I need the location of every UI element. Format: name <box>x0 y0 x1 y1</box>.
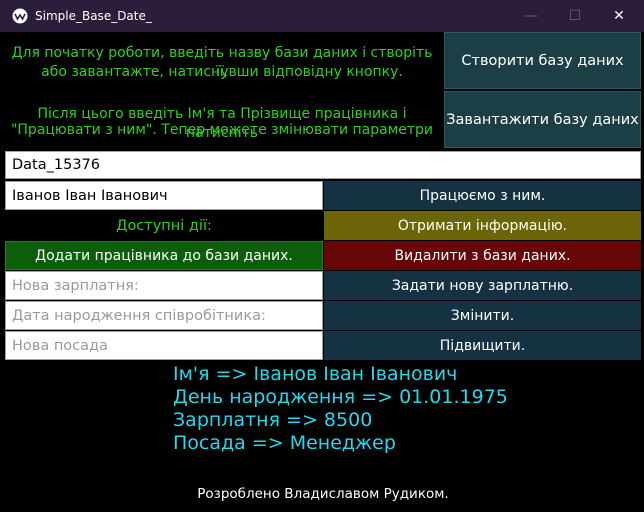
maximize-icon[interactable]: ☐ <box>552 0 598 32</box>
intro-text-4: "Працювати з ним". Тепер можете змінюват… <box>10 122 434 138</box>
result-salary: Зарплатня => 8500 <box>173 409 373 431</box>
database-name-input[interactable]: Data_15376 <box>5 151 641 179</box>
window-title: Simple_Base_Date_ <box>35 9 152 23</box>
result-name: Ім'я => Іванов Іван Іванович <box>173 363 458 385</box>
title-bar[interactable]: Simple_Base_Date_ — ☐ ✕ <box>0 0 644 32</box>
get-info-button[interactable]: Отримати інформацію. <box>324 211 641 240</box>
footer-credit: Розроблено Владиславом Рудиком. <box>197 486 449 502</box>
set-salary-button[interactable]: Задати нову зарплатню. <box>324 271 641 300</box>
close-icon[interactable]: ✕ <box>596 0 642 32</box>
work-with-employee-button[interactable]: Працюємо з ним. <box>324 181 641 210</box>
load-database-button[interactable]: Завантажити базу даних <box>444 91 641 148</box>
birthdate-input[interactable]: Дата народження співробітника: <box>5 301 323 330</box>
delete-employee-button[interactable]: Видалити з бази даних. <box>324 241 641 270</box>
main-panel: Для початку роботи, введіть назву бази д… <box>5 32 641 512</box>
create-database-button[interactable]: Створити базу даних <box>444 32 641 89</box>
new-salary-input[interactable]: Нова зарплатня: <box>5 271 323 300</box>
intro-text-2: або завантажте, натиснувши відповідну кн… <box>41 64 403 80</box>
promote-button[interactable]: Підвищити. <box>324 331 641 360</box>
employee-name-input[interactable]: Іванов Іван Іванович <box>5 181 323 210</box>
result-position: Посада => Менеджер <box>173 432 396 454</box>
available-actions-label: Доступні дії: <box>116 217 212 234</box>
change-birthdate-button[interactable]: Змінити. <box>324 301 641 330</box>
result-birthdate: День народження => 01.01.1975 <box>173 386 508 408</box>
app-icon <box>12 8 28 24</box>
add-employee-button[interactable]: Додати працівника до бази даних. <box>5 241 323 270</box>
new-position-input[interactable]: Нова посада <box>5 331 323 360</box>
minimize-icon[interactable]: — <box>508 0 554 32</box>
